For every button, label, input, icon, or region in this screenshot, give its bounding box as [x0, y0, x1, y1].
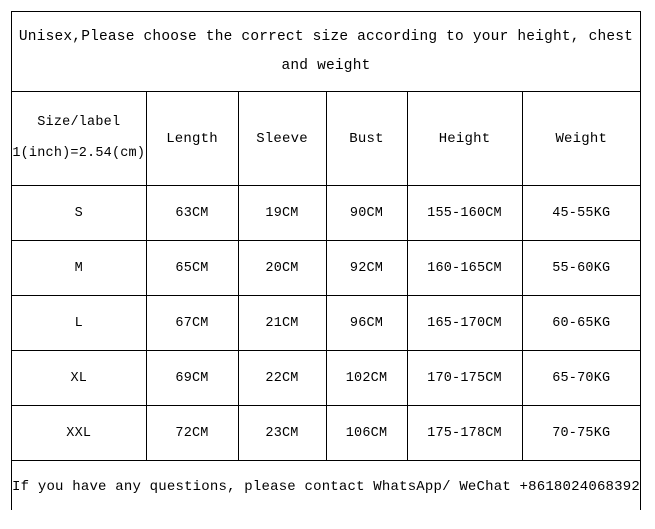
size-chart-table: Unisex,Please choose the correct size ac… [11, 11, 641, 513]
cell-bust: 106CM [325, 405, 408, 461]
header-cell-length: Length [145, 91, 239, 186]
banner-row: Unisex,Please choose the correct size ac… [12, 12, 640, 92]
cell-size: L [12, 295, 147, 351]
header-row: Size/label 1(inch)=2.54(cm) Length Sleev… [12, 91, 640, 186]
header-cell-weight: Weight [521, 91, 640, 186]
header-cell-bust: Bust [325, 91, 408, 186]
banner-cell: Unisex,Please choose the correct size ac… [12, 12, 640, 92]
cell-size: XL [12, 350, 147, 406]
table-row: M 65CM 20CM 92CM 160-165CM 55-60KG [12, 240, 640, 296]
size-table: Unisex,Please choose the correct size ac… [12, 12, 640, 513]
cell-length: 63CM [145, 185, 239, 241]
size-label-sub-text: 1(inch)=2.54(cm) [12, 145, 146, 161]
cell-size: XXL [12, 405, 147, 461]
cell-bust: 102CM [325, 350, 408, 406]
cell-weight: 70-75KG [521, 405, 640, 461]
header-cell-height: Height [406, 91, 523, 186]
header-cell-sleeve: Sleeve [237, 91, 327, 186]
cell-weight: 65-70KG [521, 350, 640, 406]
header-cell-size-label: Size/label 1(inch)=2.54(cm) [12, 91, 147, 186]
footer-row: If you have any questions, please contac… [12, 460, 640, 513]
cell-size: M [12, 240, 147, 296]
cell-weight: 45-55KG [521, 185, 640, 241]
cell-sleeve: 20CM [237, 240, 327, 296]
cell-length: 72CM [145, 405, 239, 461]
cell-height: 160-165CM [406, 240, 523, 296]
cell-bust: 92CM [325, 240, 408, 296]
table-row: XXL 72CM 23CM 106CM 175-178CM 70-75KG [12, 405, 640, 461]
cell-height: 155-160CM [406, 185, 523, 241]
contact-text: If you have any questions, please contac… [12, 479, 640, 495]
cell-bust: 90CM [325, 185, 408, 241]
cell-bust: 96CM [325, 295, 408, 351]
table-row: L 67CM 21CM 96CM 165-170CM 60-65KG [12, 295, 640, 351]
cell-length: 69CM [145, 350, 239, 406]
cell-sleeve: 22CM [237, 350, 327, 406]
table-row: S 63CM 19CM 90CM 155-160CM 45-55KG [12, 185, 640, 241]
cell-sleeve: 23CM [237, 405, 327, 461]
cell-height: 165-170CM [406, 295, 523, 351]
cell-sleeve: 21CM [237, 295, 327, 351]
size-label-main-text: Size/label [37, 115, 121, 131]
table-row: XL 69CM 22CM 102CM 170-175CM 65-70KG [12, 350, 640, 406]
cell-length: 65CM [145, 240, 239, 296]
cell-weight: 60-65KG [521, 295, 640, 351]
cell-length: 67CM [145, 295, 239, 351]
footer-cell: If you have any questions, please contac… [12, 460, 640, 513]
size-table-body: Unisex,Please choose the correct size ac… [12, 12, 640, 513]
cell-height: 170-175CM [406, 350, 523, 406]
banner-text: Unisex,Please choose the correct size ac… [18, 29, 634, 74]
cell-size: S [12, 185, 147, 241]
cell-height: 175-178CM [406, 405, 523, 461]
cell-sleeve: 19CM [237, 185, 327, 241]
cell-weight: 55-60KG [521, 240, 640, 296]
